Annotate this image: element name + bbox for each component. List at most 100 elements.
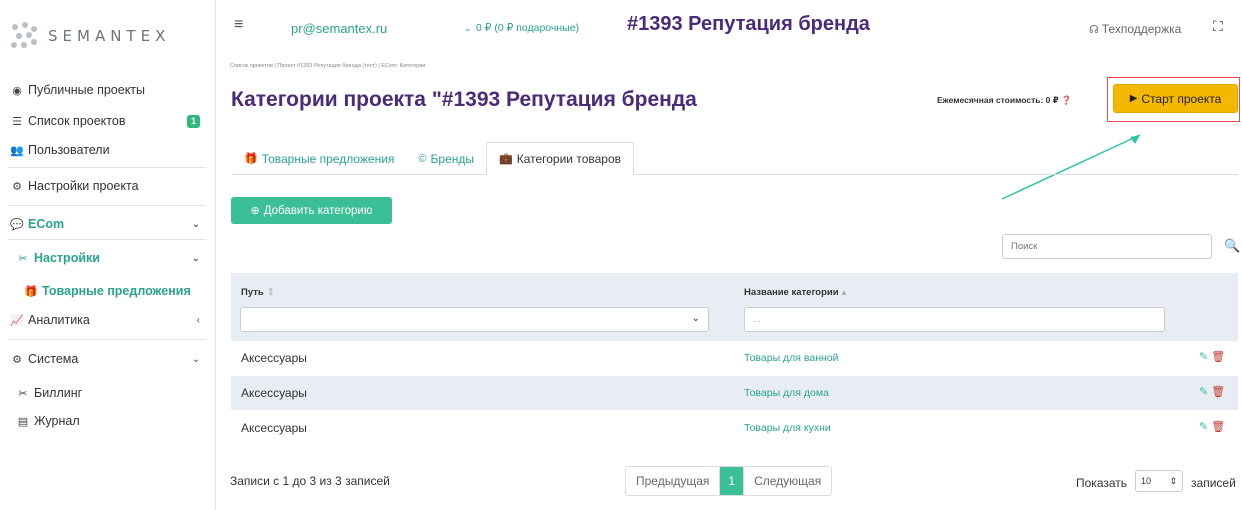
sidebar-divider xyxy=(8,239,206,240)
tab-brands[interactable]: © Бренды xyxy=(406,142,486,175)
sidebar-item-project-settings[interactable]: ⚙ Настройки проекта xyxy=(10,176,200,196)
sidebar-item-label: Товарные предложения xyxy=(42,284,191,298)
cell-category-name[interactable]: Товары для ванной xyxy=(744,352,839,364)
copyright-icon: © xyxy=(418,152,427,165)
sidebar-item-label: Пользователи xyxy=(28,143,110,157)
support-label: Техподдержка xyxy=(1101,22,1182,36)
list-icon: ☰ xyxy=(12,115,22,128)
next-page-button[interactable]: Следующая xyxy=(743,467,831,495)
page-size-select[interactable]: 10 ⇕ xyxy=(1135,470,1184,492)
cogs-icon: ⚙ xyxy=(12,353,22,366)
trash-icon[interactable]: 🗑 xyxy=(1211,385,1225,398)
breadcrumb[interactable]: Список проектов | Проект #1393 Репутация… xyxy=(230,63,425,69)
edit-icon[interactable]: ✎ xyxy=(1199,350,1208,363)
edit-icon[interactable]: ✎ xyxy=(1199,385,1208,398)
show-label: Показать xyxy=(1076,476,1128,490)
column-header-name[interactable]: Название категории ▴ xyxy=(744,287,846,298)
sidebar-item-settings[interactable]: ✂ Настройки ⌄ xyxy=(16,248,200,268)
trash-icon[interactable]: 🗑 xyxy=(1211,420,1225,433)
sidebar-item-label: Биллинг xyxy=(34,386,83,400)
tab-product-offers[interactable]: 🎁 Товарные предложения xyxy=(232,142,406,175)
cogs-icon: ⚙ xyxy=(12,180,22,193)
cell-path: Аксессуары xyxy=(241,421,307,435)
table-row: Аксессуары Товары для ванной ✎ 🗑 xyxy=(231,341,1238,375)
sidebar-item-label: Аналитика xyxy=(28,313,90,327)
chevron-down-icon: ⌄ xyxy=(191,353,200,365)
sort-icon: ⇕ xyxy=(266,287,275,298)
newspaper-icon: ▤ xyxy=(17,415,29,428)
table-row: Аксессуары Товары для кухни ✎ 🗑 xyxy=(231,411,1238,445)
sidebar-divider xyxy=(8,167,206,168)
topbar: ≡ pr@semantex.ru ⌄ 0 ₽ (0 ₽ подарочные) … xyxy=(217,0,1242,50)
tools-icon: ✂ xyxy=(18,252,28,265)
tabs: 🎁 Товарные предложения © Бренды 💼 Катего… xyxy=(232,142,1238,175)
tab-label: Товарные предложения xyxy=(261,151,395,166)
monthly-cost: Ежемесячная стоимость: 0 ₽ ❓ xyxy=(937,95,1072,106)
chevron-down-icon: ⌄ xyxy=(191,252,200,264)
current-project-title: #1393 Репутация бренда xyxy=(627,13,870,35)
logo-mark-icon xyxy=(10,21,40,51)
sidebar-item-label: Настройки проекта xyxy=(28,179,139,193)
add-category-button[interactable]: ⊕ Добавить категорию xyxy=(231,197,392,224)
sidebar-item-system[interactable]: ⚙ Система ⌄ xyxy=(10,349,200,369)
chevron-down-icon: ⌄ xyxy=(191,218,200,230)
table-row: Аксессуары Товары для дома ✎ 🗑 xyxy=(231,376,1238,410)
previous-page-button[interactable]: Предыдущая xyxy=(626,467,721,495)
users-icon: 👥 xyxy=(10,144,24,157)
sort-up-icon: ▴ xyxy=(841,287,847,298)
sidebar-item-label: Публичные проекты xyxy=(28,83,146,97)
cell-category-name[interactable]: Товары для дома xyxy=(744,387,829,399)
logo[interactable]: SEMANTEX xyxy=(10,20,170,52)
sidebar-item-analytics[interactable]: 📈 Аналитика ‹ xyxy=(10,310,200,330)
play-icon: ▶ xyxy=(1129,93,1138,104)
sidebar-item-public-projects[interactable]: ◉ Публичные проекты xyxy=(10,80,200,100)
sidebar-item-users[interactable]: 👥 Пользователи xyxy=(10,140,200,160)
chevron-left-icon: ‹ xyxy=(196,314,200,326)
tab-product-categories[interactable]: 💼 Категории товаров xyxy=(486,142,635,175)
headset-icon: ☊ xyxy=(1089,24,1099,36)
tab-label: Бренды xyxy=(430,151,474,166)
sidebar-item-label: Список проектов xyxy=(28,114,126,128)
chevron-down-icon[interactable]: ⌄ xyxy=(464,23,472,34)
fullscreen-icon[interactable]: ⛶ xyxy=(1213,18,1223,35)
eye-icon: ◉ xyxy=(12,84,22,97)
sidebar-item-billing[interactable]: ✂ Биллинг xyxy=(16,383,200,403)
hamburger-menu-icon[interactable]: ≡ xyxy=(234,16,243,34)
cell-path: Аксессуары xyxy=(241,351,307,365)
monthly-cost-text: Ежемесячная стоимость: 0 ₽ xyxy=(937,95,1059,105)
trash-icon[interactable]: 🗑 xyxy=(1211,350,1225,363)
sidebar-item-journal[interactable]: ▤ Журнал xyxy=(16,411,200,431)
sidebar-divider xyxy=(8,205,206,206)
start-project-button[interactable]: ▶ Старт проекта xyxy=(1113,84,1238,113)
sidebar-item-projects-list[interactable]: ☰ Список проектов 1 xyxy=(10,111,200,131)
question-circle-icon[interactable]: ❓ xyxy=(1061,95,1072,105)
sidebar: SEMANTEX ◉ Публичные проекты ☰ Список пр… xyxy=(0,0,216,510)
sidebar-divider xyxy=(8,339,206,340)
sidebar-item-label: ECom xyxy=(28,217,65,231)
path-filter-select[interactable]: ⌄ xyxy=(240,307,709,332)
page-button-current[interactable]: 1 xyxy=(720,467,744,495)
name-filter-input[interactable]: ... xyxy=(744,307,1165,332)
chevron-down-icon: ⌄ xyxy=(691,313,700,324)
plus-circle-icon: ⊕ xyxy=(250,205,260,217)
cell-category-name[interactable]: Товары для кухни xyxy=(744,422,831,434)
search-icon[interactable]: 🔍 xyxy=(1224,238,1240,254)
column-header-path[interactable]: Путь ⇕ xyxy=(241,287,275,298)
account-email[interactable]: pr@semantex.ru xyxy=(291,21,387,36)
pagination: Предыдущая 1 Следующая xyxy=(625,466,833,496)
records-info: Записи с 1 до 3 из 3 записей xyxy=(230,474,390,488)
sidebar-item-product-offers[interactable]: 🎁 Товарные предложения xyxy=(24,281,200,301)
sidebar-item-ecom[interactable]: 💬 ECom ⌄ xyxy=(10,214,200,234)
page-title: Категории проекта "#1393 Репутация бренд… xyxy=(231,88,697,111)
cell-path: Аксессуары xyxy=(241,386,307,400)
search-input[interactable] xyxy=(1002,234,1212,259)
updown-icon: ⇕ xyxy=(1169,475,1178,486)
page-size-control: Показать 10 ⇕ записей xyxy=(1076,470,1236,492)
entries-label: записей xyxy=(1191,476,1236,490)
comments-icon: 💬 xyxy=(10,218,24,231)
sidebar-item-label: Настройки xyxy=(34,251,100,265)
edit-icon[interactable]: ✎ xyxy=(1199,420,1208,433)
support-link[interactable]: ☊ Техподдержка xyxy=(1089,22,1181,36)
balance-link[interactable]: 0 ₽ (0 ₽ подарочные) xyxy=(476,22,579,34)
briefcase-icon: 💼 xyxy=(499,153,513,165)
